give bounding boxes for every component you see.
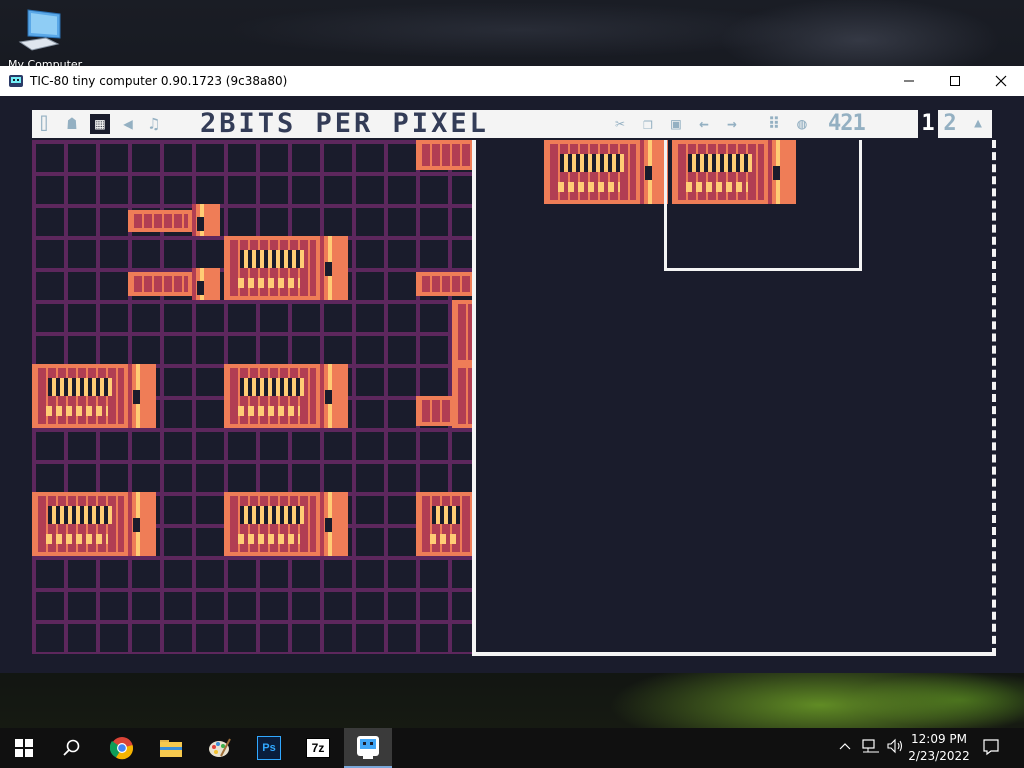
clock[interactable]: 12:09 PM 2/23/2022 [900, 731, 978, 765]
cut-icon[interactable]: ✂ [610, 114, 630, 134]
map-sprite [448, 300, 472, 364]
tic80-window: TIC-80 tiny computer 0.90.1723 (9c38a80)… [0, 66, 1024, 673]
bpp-selector[interactable]: 421 [828, 110, 866, 138]
map-sprite [32, 364, 160, 428]
tic80-taskbar-button[interactable] [344, 728, 392, 768]
search-button[interactable] [48, 728, 96, 768]
close-button[interactable] [978, 66, 1024, 96]
clock-date: 2/23/2022 [908, 749, 970, 763]
map-sprite [416, 364, 472, 428]
map-sprite [224, 364, 352, 428]
maximize-icon [950, 76, 960, 86]
paint-icon [209, 738, 231, 757]
7zip-taskbar-button[interactable]: 7z [294, 728, 342, 768]
map-sprite [416, 140, 472, 172]
blend-icon[interactable]: ◍ [792, 114, 812, 134]
page-switcher: 1 2 ▲ [916, 110, 992, 138]
map-sprite [416, 492, 472, 556]
music-editor-icon[interactable]: ♫ [144, 114, 164, 134]
tic80-app-icon [9, 75, 23, 87]
file-explorer-icon [160, 740, 182, 757]
photoshop-taskbar-button[interactable]: Ps [245, 728, 293, 768]
sheet-sprite[interactable] [544, 140, 672, 204]
sprite-editor-icon[interactable]: ☗ [62, 114, 82, 134]
window-title: TIC-80 tiny computer 0.90.1723 (9c38a80) [30, 74, 288, 88]
paint-taskbar-button[interactable] [196, 728, 244, 768]
map-sprite [224, 236, 352, 300]
tic80-screen: ⌷ ☗ ▦ ◀ ♫ 2BITS PER PIXEL ✂ ❐ ▣ ← → ⠿ ◍ … [0, 96, 1024, 673]
page-1-tab[interactable]: 1 [918, 110, 938, 138]
maximize-button[interactable] [932, 66, 978, 96]
page-2-tab[interactable]: 2 [940, 110, 960, 138]
tray-overflow-icon[interactable] [838, 738, 852, 757]
minimize-icon [904, 80, 914, 82]
tile-selection-box[interactable] [664, 140, 862, 271]
redo-icon[interactable]: → [722, 114, 742, 134]
grid-icon[interactable]: ⠿ [764, 114, 784, 134]
photoshop-icon: Ps [257, 736, 281, 760]
editor-toolbar: ⌷ ☗ ▦ ◀ ♫ 2BITS PER PIXEL ✂ ❐ ▣ ← → ⠿ ◍ … [32, 110, 992, 138]
chrome-taskbar-button[interactable] [98, 728, 146, 768]
undo-icon[interactable]: ← [694, 114, 714, 134]
map-editor-icon[interactable]: ▦ [90, 114, 110, 134]
minimize-button[interactable] [886, 66, 932, 96]
file-explorer-taskbar-button[interactable] [147, 728, 195, 768]
map-sprite [224, 492, 352, 556]
map-sprite [128, 268, 224, 300]
network-icon[interactable] [862, 738, 880, 758]
map-sprite [416, 268, 472, 300]
notification-icon [983, 739, 999, 756]
notifications-button[interactable] [982, 738, 1000, 760]
title-bar[interactable]: TIC-80 tiny computer 0.90.1723 (9c38a80) [0, 66, 1024, 96]
copy-icon[interactable]: ❐ [638, 114, 658, 134]
7zip-icon: 7z [306, 738, 330, 758]
sfx-editor-icon[interactable]: ◀ [118, 114, 138, 134]
computer-icon [18, 9, 61, 51]
start-button[interactable] [0, 728, 48, 768]
map-sprite [128, 204, 224, 236]
mode-title: 2BITS PER PIXEL [200, 108, 489, 139]
paste-icon[interactable]: ▣ [666, 114, 686, 134]
my-computer-shortcut[interactable]: My Computer [8, 8, 82, 71]
code-editor-icon[interactable]: ⌷ [34, 114, 54, 134]
start-icon [15, 739, 33, 757]
taskbar: Ps 7z 12:09 PM 2/23/2022 [0, 728, 1024, 768]
map-sprite [32, 492, 160, 556]
clock-time: 12:09 PM [911, 732, 967, 746]
chrome-icon [110, 737, 134, 760]
map-canvas[interactable] [32, 140, 472, 654]
close-icon [995, 75, 1007, 87]
search-icon [63, 739, 80, 756]
tic80-icon [357, 736, 379, 759]
page-up-icon[interactable]: ▲ [968, 114, 988, 134]
